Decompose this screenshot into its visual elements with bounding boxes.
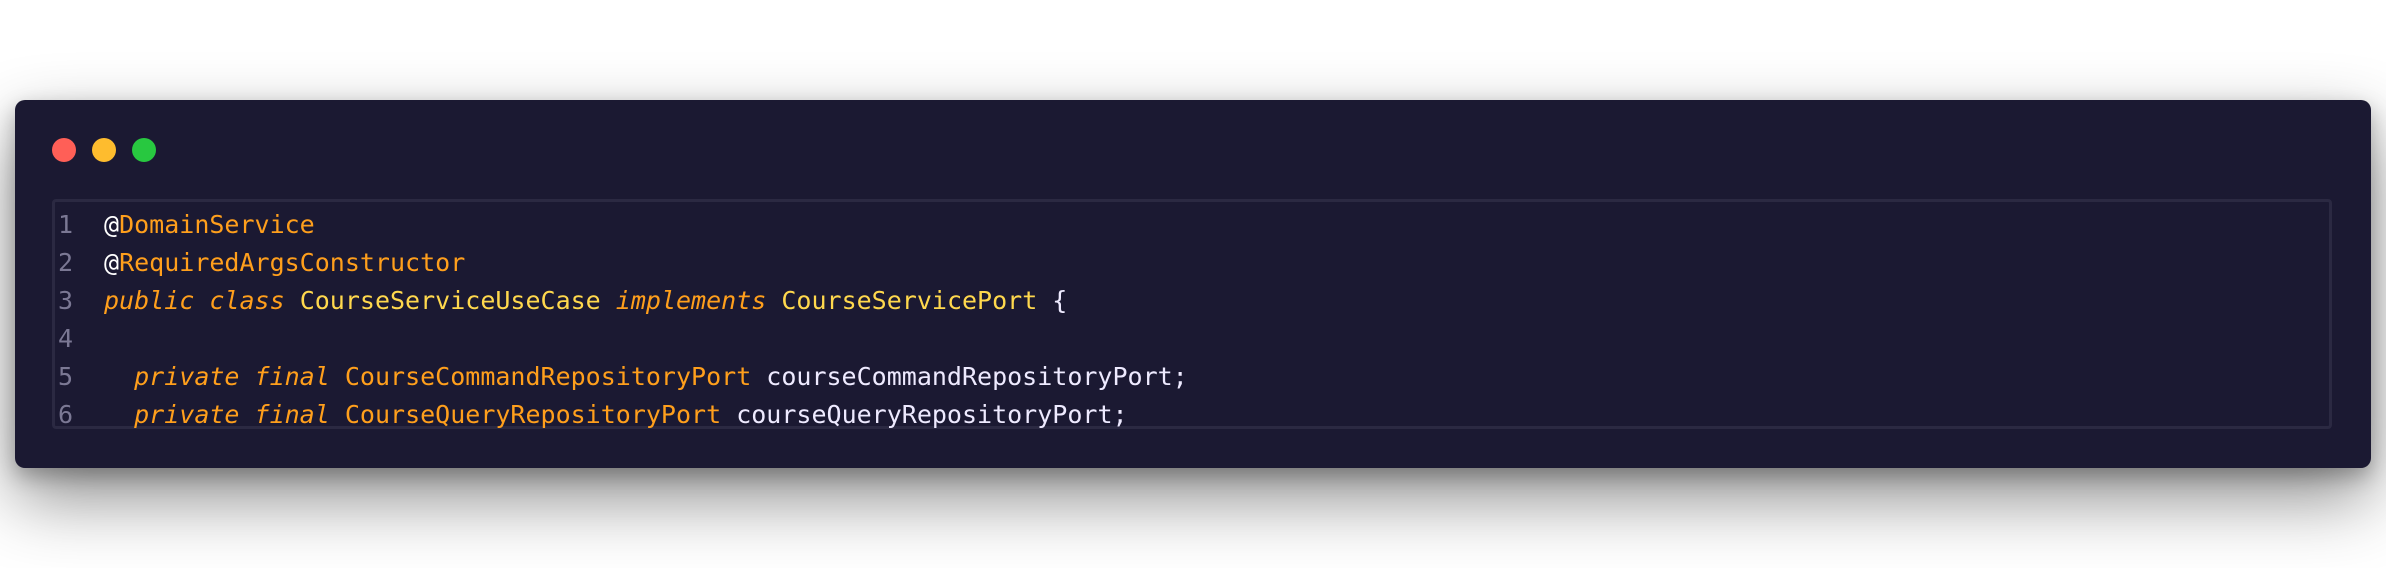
code-token: CourseServiceUseCase xyxy=(299,286,601,315)
code-line: 2 @RequiredArgsConstructor xyxy=(55,244,2329,282)
code-token: implements xyxy=(615,286,767,315)
code-text: private final CourseQueryRepositoryPort … xyxy=(104,396,1128,434)
line-number: 5 xyxy=(58,362,74,391)
code-text: @RequiredArgsConstructor xyxy=(104,244,465,282)
code-text: @DomainService xyxy=(104,206,315,244)
code-line: 6 private final CourseQueryRepositoryPor… xyxy=(55,396,2329,434)
code-token: @ xyxy=(104,210,120,239)
code-window: 1 @DomainService 2 @RequiredArgsConstructor… xyxy=(15,100,2371,468)
code-editor[interactable]: 1 @DomainService 2 @RequiredArgsConstructor… xyxy=(52,199,2332,429)
code-token: private xyxy=(134,400,240,429)
code-token: @ xyxy=(104,248,120,277)
line-number: 1 xyxy=(58,210,74,239)
code-line: 5 private final CourseCommandRepositoryP… xyxy=(55,358,2329,396)
code-token: class xyxy=(209,286,285,315)
line-number: 2 xyxy=(58,248,74,277)
minimize-dot-icon[interactable] xyxy=(92,138,116,162)
code-token: final xyxy=(254,362,330,391)
maximize-dot-icon[interactable] xyxy=(132,138,156,162)
line-number: 4 xyxy=(58,324,74,353)
line-number: 6 xyxy=(58,400,74,429)
code-line: 1 @DomainService xyxy=(55,206,2329,244)
code-token: CourseServicePort xyxy=(781,286,1038,315)
code-token: { xyxy=(1037,286,1068,315)
code-text: private final CourseCommandRepositoryPor… xyxy=(104,358,1188,396)
close-dot-icon[interactable] xyxy=(52,138,76,162)
code-token: CourseQueryRepositoryPort xyxy=(344,400,722,429)
line-number: 3 xyxy=(58,286,74,315)
code-token: CourseCommandRepositoryPort xyxy=(344,362,752,391)
code-token: courseCommandRepositoryPort; xyxy=(751,362,1188,391)
code-token: RequiredArgsConstructor xyxy=(119,248,466,277)
code-token: DomainService xyxy=(119,210,315,239)
code-line: 3 public class CourseServiceUseCase imple… xyxy=(55,282,2329,320)
code-token: private xyxy=(134,362,240,391)
code-line: 4 xyxy=(55,320,2329,358)
code-text: public class CourseServiceUseCase implem… xyxy=(104,282,1067,320)
code-token: final xyxy=(254,400,330,429)
code-token: courseQueryRepositoryPort; xyxy=(721,400,1128,429)
window-controls xyxy=(52,138,156,162)
code-token: public xyxy=(104,286,195,315)
